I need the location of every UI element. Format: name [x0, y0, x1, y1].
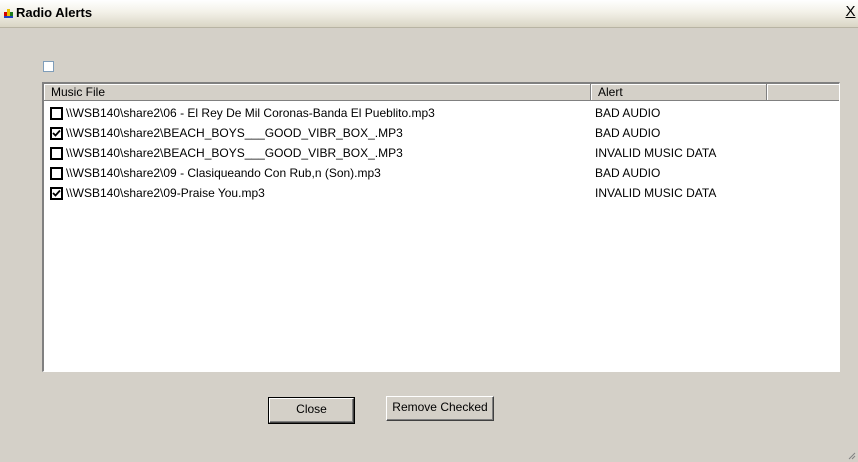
close-icon: X	[845, 3, 856, 20]
column-header-music-file[interactable]: Music File	[44, 84, 591, 101]
checkmark-icon	[52, 189, 61, 197]
alert-cell: BAD AUDIO	[595, 126, 661, 140]
column-header-empty[interactable]	[767, 84, 839, 101]
list-item[interactable]: \\WSB140\share2\BEACH_BOYS___GOOD_VIBR_B…	[44, 143, 839, 163]
close-window-button[interactable]: X	[843, 2, 858, 22]
music-file-cell: \\WSB140\share2\06 - El Rey De Mil Coron…	[66, 106, 435, 120]
window-title: Radio Alerts	[16, 5, 93, 20]
music-file-cell: \\WSB140\share2\09 - Clasiqueando Con Ru…	[66, 166, 381, 180]
list-item[interactable]: \\WSB140\share2\09 - Clasiqueando Con Ru…	[44, 163, 839, 183]
music-file-cell: \\WSB140\share2\BEACH_BOYS___GOOD_VIBR_B…	[66, 126, 403, 140]
title-bar[interactable]: Radio Alerts X	[0, 0, 858, 28]
column-header-alert[interactable]: Alert	[591, 84, 767, 101]
row-checkbox[interactable]	[50, 147, 63, 160]
list-item[interactable]: \\WSB140\share2\09-Praise You.mp3 INVALID…	[44, 183, 839, 203]
checkmark-icon	[52, 129, 61, 137]
list-item[interactable]: \\WSB140\share2\BEACH_BOYS___GOOD_VIBR_B…	[44, 123, 839, 143]
row-checkbox[interactable]	[50, 107, 63, 120]
list-header: Music File Alert	[44, 84, 839, 101]
alert-cell: BAD AUDIO	[595, 106, 661, 120]
row-checkbox[interactable]	[50, 187, 63, 200]
radio-alerts-window: Radio Alerts X Music File Alert \\WSB140…	[0, 0, 858, 462]
music-file-cell: \\WSB140\share2\BEACH_BOYS___GOOD_VIBR_B…	[66, 146, 403, 160]
row-checkbox[interactable]	[50, 167, 63, 180]
alert-cell: INVALID MUSIC DATA	[595, 146, 717, 160]
select-all-checkbox[interactable]	[43, 61, 54, 72]
row-checkbox[interactable]	[50, 127, 63, 140]
remove-checked-button[interactable]: Remove Checked	[386, 396, 494, 421]
close-button[interactable]: Close	[268, 397, 355, 424]
list-rows: \\WSB140\share2\06 - El Rey De Mil Coron…	[44, 103, 839, 203]
list-item[interactable]: \\WSB140\share2\06 - El Rey De Mil Coron…	[44, 103, 839, 123]
music-file-cell: \\WSB140\share2\09-Praise You.mp3	[66, 186, 265, 200]
alert-cell: BAD AUDIO	[595, 166, 661, 180]
resize-grip-icon[interactable]	[844, 448, 856, 460]
alerts-list[interactable]: Music File Alert \\WSB140\share2\06 - El…	[42, 82, 840, 372]
radio-alerts-icon	[4, 9, 14, 19]
alert-cell: INVALID MUSIC DATA	[595, 186, 717, 200]
